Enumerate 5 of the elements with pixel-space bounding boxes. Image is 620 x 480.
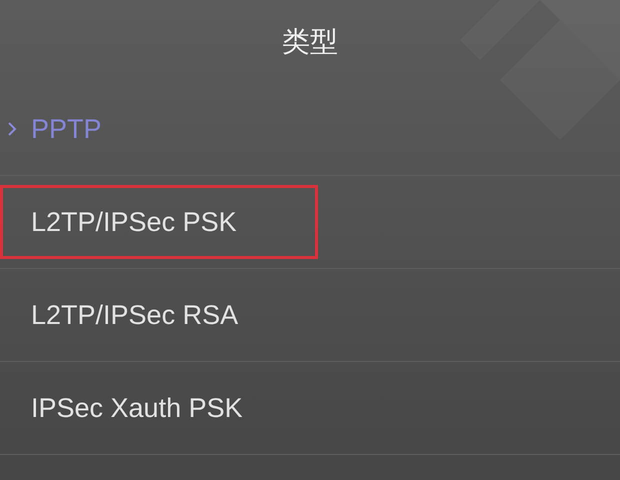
option-item[interactable]: L2TP/IPSec RSA bbox=[0, 269, 620, 362]
option-item[interactable]: IPSec Xauth PSK bbox=[0, 362, 620, 455]
chevron-icon bbox=[6, 121, 18, 137]
page-title: 类型 bbox=[282, 24, 338, 58]
option-item[interactable]: L2TP/IPSec PSK bbox=[0, 176, 620, 269]
